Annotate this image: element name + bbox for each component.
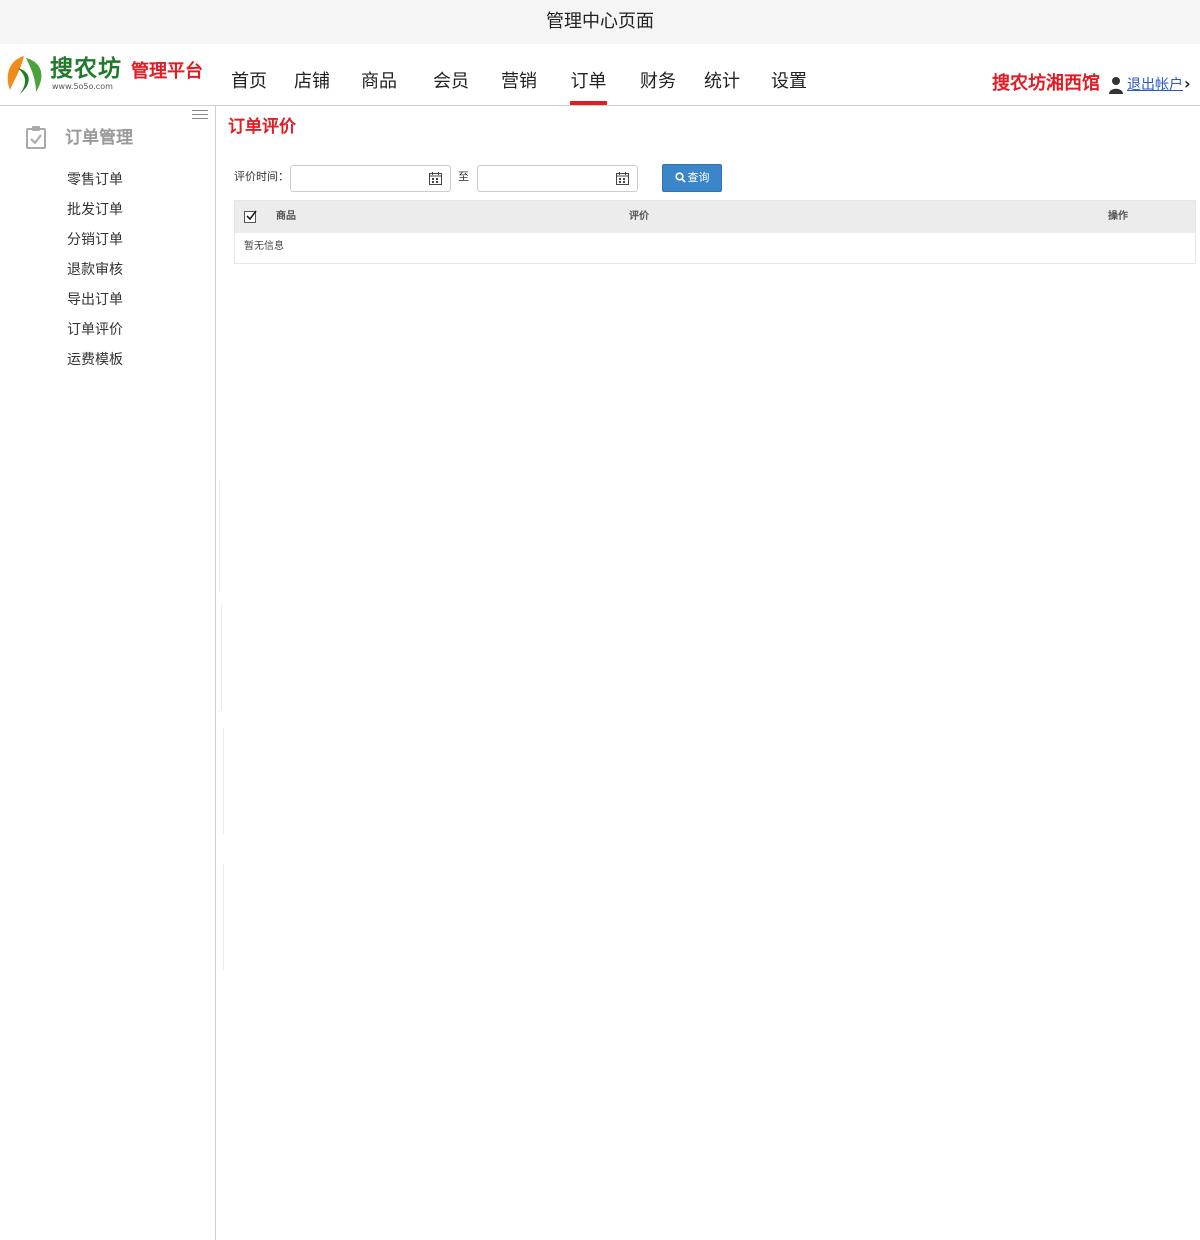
- query-button[interactable]: 查询: [662, 164, 722, 192]
- nav-item-store[interactable]: 店铺: [294, 68, 330, 104]
- end-date-input[interactable]: [478, 166, 608, 191]
- nav-item-statistics[interactable]: 统计: [704, 68, 740, 104]
- nav-item-settings[interactable]: 设置: [771, 68, 807, 104]
- nav-item-finance[interactable]: 财务: [640, 68, 676, 104]
- filter-bar: 评价时间： 至 查询: [234, 164, 754, 192]
- reviews-table: 商品 评价 操作 暂无信息: [234, 200, 1196, 264]
- nav-item-home[interactable]: 首页: [231, 68, 267, 104]
- table-header: 商品 评价 操作: [235, 201, 1195, 233]
- platform-name: 管理平台: [131, 61, 203, 82]
- top-navbar: 搜农坊 www.5o5o.com 管理平台 首页 店铺 商品 会员 营销 订单 …: [0, 44, 1200, 106]
- divider: [223, 728, 224, 834]
- range-separator: 至: [458, 170, 469, 183]
- sidebar-item-export-orders[interactable]: 导出订单: [67, 288, 123, 318]
- clipboard-check-icon: [26, 126, 46, 149]
- calendar-icon[interactable]: [616, 172, 629, 185]
- brand-url: www.5o5o.com: [52, 82, 113, 91]
- column-header-review: 评价: [629, 211, 649, 222]
- start-date-input[interactable]: [291, 166, 421, 191]
- nav-item-orders[interactable]: 订单: [570, 68, 607, 105]
- user-icon: [1109, 77, 1123, 94]
- leaf-logo-icon: [7, 56, 42, 94]
- sidebar-submenu: 零售订单 批发订单 分销订单 退款审核 导出订单 订单评价 运费模板: [67, 168, 123, 378]
- query-button-label: 查询: [687, 171, 710, 184]
- nav-item-products[interactable]: 商品: [361, 68, 397, 104]
- end-date-field[interactable]: [477, 165, 638, 192]
- nav-item-marketing[interactable]: 营销: [501, 68, 537, 104]
- brand-name: 搜农坊: [50, 56, 122, 82]
- sidebar-item-wholesale-orders[interactable]: 批发订单: [67, 198, 123, 228]
- filter-label: 评价时间：: [234, 170, 289, 183]
- column-header-product: 商品: [276, 211, 296, 222]
- nav-item-members[interactable]: 会员: [433, 68, 469, 104]
- calendar-icon[interactable]: [429, 172, 442, 185]
- store-name: 搜农坊湘西馆: [992, 73, 1100, 94]
- window-title: 管理中心页面: [0, 0, 1200, 44]
- sidebar: 订单管理 零售订单 批发订单 分销订单 退款审核 导出订单 订单评价 运费模板: [0, 106, 216, 1240]
- sidebar-item-distribution-orders[interactable]: 分销订单: [67, 228, 123, 258]
- select-all-checkbox[interactable]: [244, 210, 257, 223]
- main-content: 订单评价 评价时间： 至 查询 商品 评价 操作 暂无信息: [217, 106, 1200, 1240]
- page-title: 订单评价: [228, 117, 296, 137]
- search-icon: [674, 172, 686, 183]
- sidebar-item-order-reviews[interactable]: 订单评价: [67, 318, 123, 348]
- brand-logo[interactable]: 搜农坊 www.5o5o.com 管理平台: [2, 52, 212, 98]
- divider: [223, 864, 224, 970]
- sidebar-item-retail-orders[interactable]: 零售订单: [67, 168, 123, 198]
- divider: [221, 604, 222, 710]
- column-header-actions: 操作: [1108, 211, 1128, 222]
- menu-toggle-icon[interactable]: [192, 110, 208, 124]
- logout-link[interactable]: 退出帐户: [1127, 75, 1183, 95]
- empty-state-text: 暂无信息: [244, 241, 284, 252]
- sidebar-item-shipping-templates[interactable]: 运费模板: [67, 348, 123, 378]
- chevron-right-icon: ›: [1184, 74, 1191, 93]
- divider: [219, 482, 220, 590]
- sidebar-item-refund-review[interactable]: 退款审核: [67, 258, 123, 288]
- start-date-field[interactable]: [290, 165, 451, 192]
- sidebar-section-title: 订单管理: [65, 128, 133, 148]
